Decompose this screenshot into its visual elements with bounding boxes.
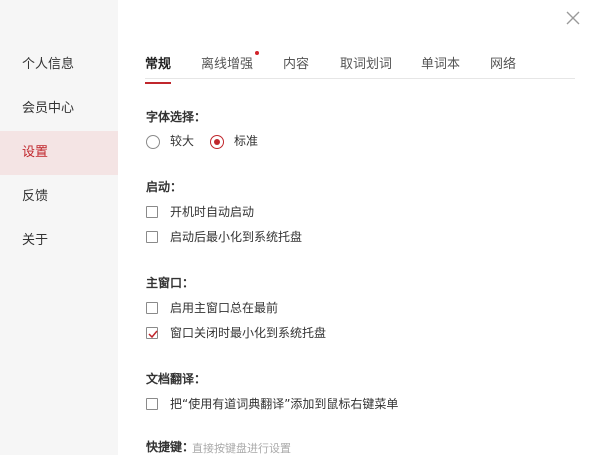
tab-label: 取词划词	[340, 57, 393, 72]
tab-wordbook[interactable]: 单词本	[421, 53, 460, 72]
active-tab-underline	[145, 82, 171, 84]
doc-translate-section-title: 文档翻译：	[146, 372, 207, 386]
radio-standard-label: 标准	[234, 134, 259, 148]
checkbox-context-menu[interactable]	[146, 398, 158, 410]
checkbox-label: 启动后最小化到系统托盘	[170, 230, 303, 244]
radio-larger[interactable]	[146, 135, 160, 149]
radio-selected-dot	[214, 139, 220, 145]
tab-bar: 常规 离线增强 内容 取词划词 单词本 网络	[145, 46, 575, 84]
sidebar-item-feedback[interactable]: 反馈	[0, 175, 118, 219]
tab-label: 内容	[283, 57, 310, 72]
tab-general[interactable]: 常规	[145, 53, 172, 84]
close-icon	[566, 11, 580, 25]
checkbox-label: 启用主窗口总在最前	[170, 301, 279, 315]
sidebar-item-membership[interactable]: 会员中心	[0, 87, 118, 131]
checkbox-label: 把“使用有道词典翻译”添加到鼠标右键菜单	[170, 397, 399, 411]
font-section-title: 字体选择：	[146, 110, 207, 124]
shortcut-input[interactable]: 直接按键盘进行设置	[192, 440, 291, 455]
checkbox-always-on-top[interactable]	[146, 302, 158, 314]
font-size-radio-group: 较大 标准	[146, 134, 306, 150]
checkbox-auto-start[interactable]	[146, 206, 158, 218]
tab-offline-enhance[interactable]: 离线增强	[201, 51, 260, 72]
sidebar-item-settings[interactable]: 设置	[0, 131, 118, 175]
main-window-section-title: 主窗口：	[146, 276, 195, 290]
checkbox-minimize-to-tray[interactable]	[146, 231, 158, 243]
tab-label: 网络	[490, 57, 517, 72]
sidebar-item-about[interactable]: 关于	[0, 219, 118, 263]
notification-dot-icon	[255, 51, 260, 55]
settings-window: 个人信息 会员中心 设置 反馈 关于 常规 离线增强 内容 取词划词 单词本 网…	[0, 0, 600, 455]
tab-label: 单词本	[421, 57, 461, 72]
radio-standard[interactable]	[210, 135, 224, 149]
shortcut-section-title: 快捷键：	[146, 440, 195, 454]
tab-content[interactable]: 内容	[283, 53, 309, 72]
tab-network[interactable]: 网络	[490, 53, 516, 72]
checkbox-label: 开机时自动启动	[170, 205, 255, 219]
radio-larger-label: 较大	[170, 134, 195, 148]
sidebar-item-personal-info[interactable]: 个人信息	[0, 43, 118, 87]
tab-label: 常规	[145, 57, 172, 72]
checkbox-label: 窗口关闭时最小化到系统托盘	[170, 326, 327, 340]
check-icon	[148, 330, 158, 339]
sidebar: 个人信息 会员中心 设置 反馈 关于	[0, 0, 118, 455]
close-button[interactable]	[563, 8, 583, 28]
checkbox-close-to-tray[interactable]	[146, 327, 158, 339]
tab-label: 离线增强	[201, 57, 254, 72]
tab-word-capture[interactable]: 取词划词	[340, 53, 392, 72]
startup-section-title: 启动：	[146, 180, 183, 194]
